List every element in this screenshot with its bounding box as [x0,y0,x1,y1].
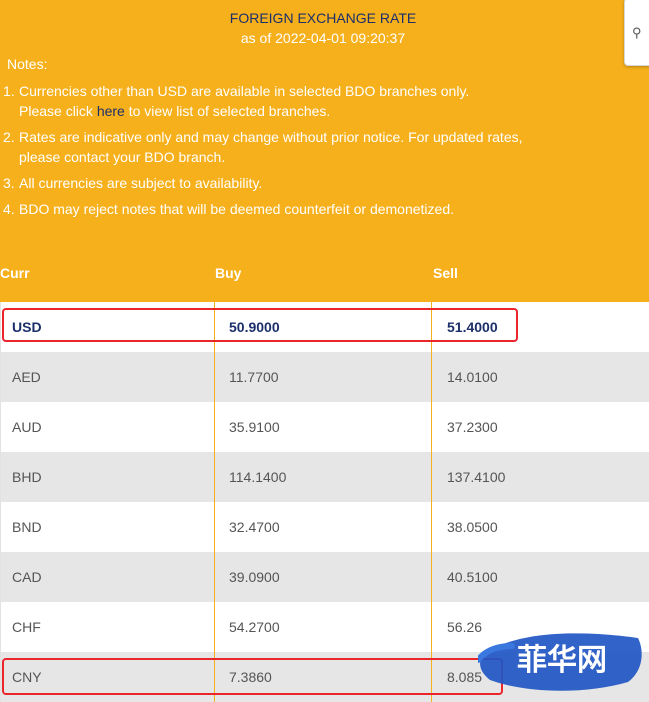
buy-rate: 54.2700 [229,619,280,635]
note-3: 3. All currencies are subject to availabi… [3,173,262,193]
note-text-continued: Please click here to view list of select… [3,101,469,121]
note-text: Currencies other than USD are available … [19,83,470,99]
sell-rate: 38.0500 [447,519,498,535]
table-left-border [0,302,1,702]
buy-rate: 114.1400 [229,469,287,485]
search-icon[interactable]: ⚲ [632,25,642,41]
note-text: Rates are indicative only and may change… [19,129,523,145]
note-number: 2. [3,129,15,145]
column-divider-sell [431,302,432,702]
note-1: 1. Currencies other than USD are availabl… [3,81,469,121]
currency-code: CHF [12,619,41,635]
note-text-continued: please contact your BDO branch. [19,149,226,165]
currency-code: AED [12,369,41,385]
column-header-curr[interactable]: Curr [0,264,30,282]
sell-rate: 137.4100 [447,469,506,485]
currency-code: BHD [12,469,42,485]
note-number: 1. [3,83,15,99]
column-header-buy[interactable]: Buy [215,264,241,282]
note-text: All currencies are subject to availabili… [19,175,263,191]
note-text: BDO may reject notes that will be deemed… [19,201,454,217]
buy-rate: 35.9100 [229,419,280,435]
note-text: Please click [19,103,97,119]
column-divider-buy [214,302,215,702]
currency-code: BND [12,519,42,535]
sell-rate: 37.2300 [447,419,498,435]
note-4: 4. BDO may reject notes that will be deem… [3,199,454,219]
page-title: FOREIGN EXCHANGE RATE [229,10,417,26]
currency-code: CAD [12,569,42,585]
exchange-rate-page: FOREIGN EXCHANGE RATE as of 2022-04-01 0… [0,0,649,702]
table-row: BND 32.4700 38.0500 [0,502,649,552]
page-timestamp: as of 2022-04-01 09:20:37 [240,30,406,46]
note-2: 2. Rates are indicative only and may chan… [3,127,523,167]
branches-link[interactable]: here [97,103,125,119]
usd-row-highlight [2,308,518,342]
cny-row-highlight [2,658,503,695]
sell-rate: 14.0100 [447,369,498,385]
side-search-widget[interactable]: ⚲ [624,0,649,66]
watermark-text: 菲华网 [517,643,607,678]
table-row: CAD 39.0900 40.5100 [0,552,649,602]
note-number: 4. [3,201,15,217]
watermark-brush-icon: 菲华网 [475,633,642,691]
table-row: AUD 35.9100 37.2300 [0,402,649,452]
watermark-logo: 菲华网 [475,620,646,698]
note-number: 3. [3,175,15,191]
sell-rate: 56.26 [447,619,483,635]
table-row: BHD 114.1400 137.4100 [0,452,649,502]
header-panel: FOREIGN EXCHANGE RATE as of 2022-04-01 0… [0,0,649,302]
buy-rate: 32.4700 [229,519,280,535]
note-text: to view list of selected branches. [124,103,331,119]
buy-rate: 39.0900 [229,569,280,585]
table-row: AED 11.7700 14.0100 [0,352,649,402]
notes-heading: Notes: [7,56,48,72]
column-header-sell[interactable]: Sell [433,264,458,282]
currency-code: AUD [12,419,42,435]
sell-rate: 40.5100 [447,569,498,585]
buy-rate: 11.7700 [229,369,279,385]
